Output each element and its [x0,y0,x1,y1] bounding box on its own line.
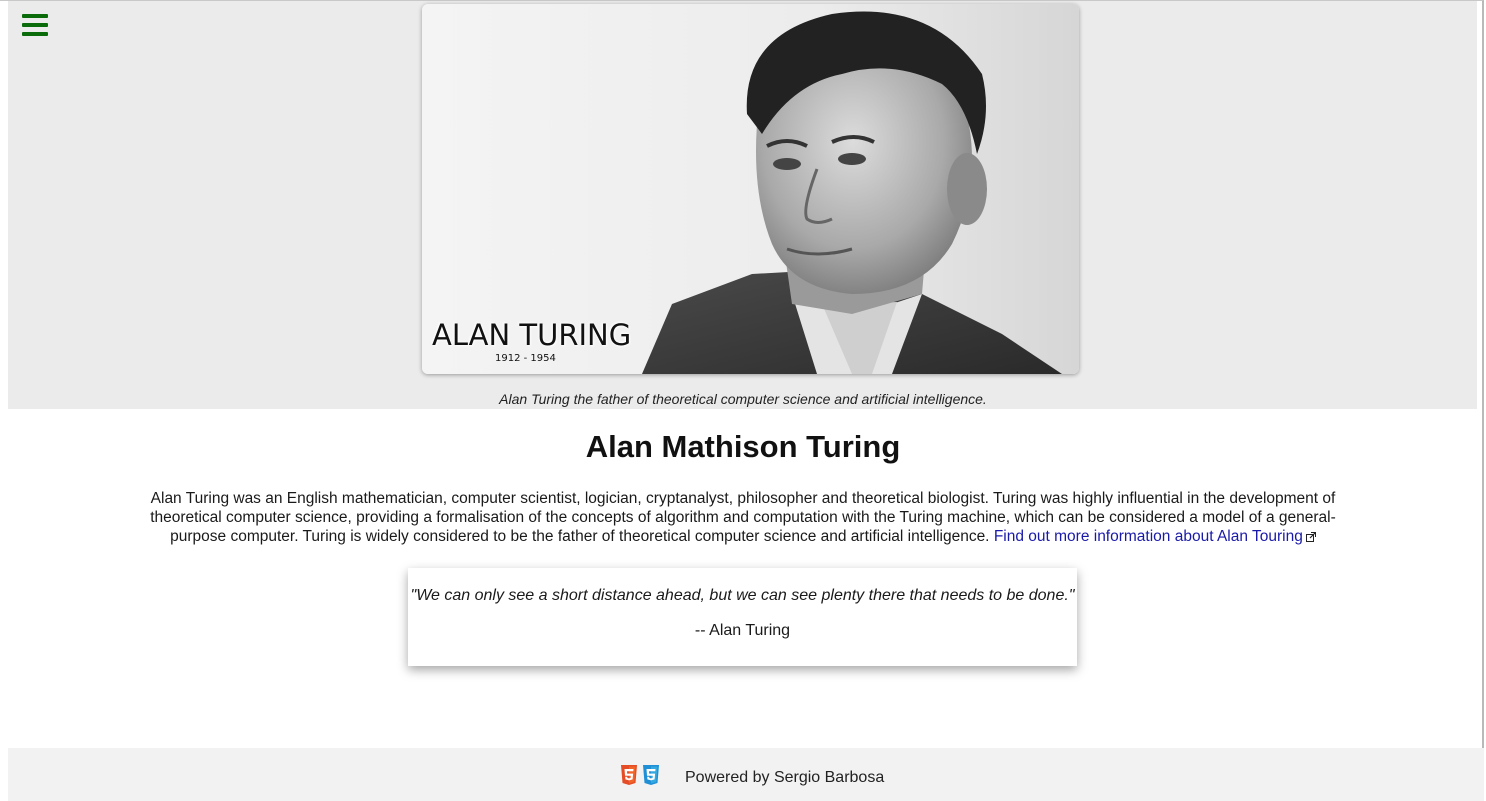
hero-section: ALAN TURING 1912 - 1954 [8,1,1477,409]
more-info-link[interactable]: Find out more information about Alan Tou… [994,528,1316,545]
portrait-name-overlay: ALAN TURING [432,318,632,352]
quote-card: "We can only see a short distance ahead,… [408,568,1077,666]
page-title: Alan Mathison Turing [585,429,901,464]
hamburger-menu-icon[interactable] [22,14,48,36]
html5-icon [621,765,637,785]
footer: Powered by Sergio Barbosa [8,748,1484,801]
quote-author: -- Alan Turing [694,622,791,639]
bio-paragraph: Alan Turing was an English mathematician… [124,489,1362,546]
portrait-image: ALAN TURING 1912 - 1954 [422,4,1079,374]
image-caption: Alan Turing the father of theoretical co… [499,391,987,407]
powered-by-text: Powered by Sergio Barbosa [685,769,885,786]
css3-icon [643,765,659,785]
quote-text: "We can only see a short distance ahead,… [410,587,1075,604]
portrait-dates-overlay: 1912 - 1954 [495,353,556,364]
external-link-icon [1305,532,1316,542]
more-info-link-text: Find out more information about Alan Tou… [993,528,1303,545]
